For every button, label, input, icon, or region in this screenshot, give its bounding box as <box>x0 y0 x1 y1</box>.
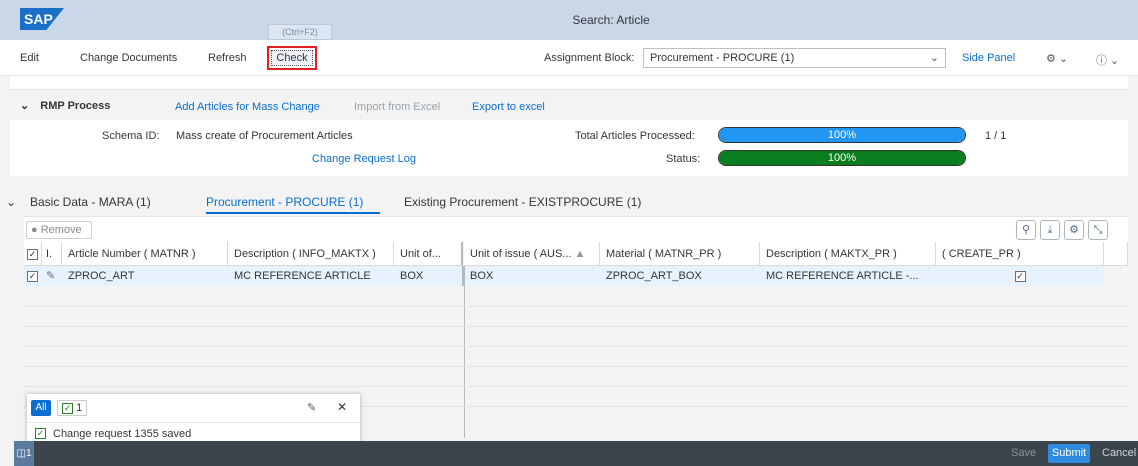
column-header-article-number[interactable]: Article Number ( MATNR ) <box>62 242 228 266</box>
cell-description-pr[interactable]: MC REFERENCE ARTICLE -... <box>760 266 936 286</box>
column-header-unit[interactable]: Unit of... <box>394 242 463 266</box>
sort-icon: ▲ <box>574 248 586 260</box>
row-separator <box>24 386 1128 387</box>
row-separator <box>24 306 1128 307</box>
message-icon: ◫ <box>16 448 26 459</box>
total-articles-label: Total Articles Processed: <box>575 130 695 142</box>
success-icon: ✓ <box>62 402 73 414</box>
row-separator <box>24 346 1128 347</box>
status-label: Status: <box>666 153 701 165</box>
help-menu-icon[interactable]: ⓘ ⌄ <box>1096 52 1119 68</box>
fixed-column-divider <box>464 266 465 438</box>
check-button[interactable]: Check <box>267 46 317 70</box>
column-header-filler <box>1104 242 1128 266</box>
download-icon[interactable]: ⤓ <box>1040 220 1060 240</box>
row-checkbox[interactable]: ✓ <box>24 266 42 286</box>
create-pr-checkbox[interactable]: ✓ <box>936 266 1104 286</box>
tab-existing-procurement[interactable]: Existing Procurement - EXISTPROCURE (1) <box>404 195 641 209</box>
cell-article-number[interactable]: ZPROC_ART <box>62 266 228 286</box>
rmp-details-panel: Schema ID: Mass create of Procurement Ar… <box>10 120 1128 176</box>
pin-icon[interactable]: ✎ <box>307 401 316 414</box>
schema-id-label: Schema ID: <box>102 130 160 142</box>
total-count: 1 / 1 <box>985 130 1007 142</box>
row-filler <box>1104 266 1128 286</box>
empty-panel-strip <box>10 76 1128 90</box>
side-panel-button[interactable]: Side Panel <box>962 52 1015 64</box>
cell-material[interactable]: ZPROC_ART_BOX <box>600 266 760 286</box>
change-documents-button[interactable]: Change Documents <box>80 52 177 64</box>
status-progress-text: 100% <box>827 152 857 164</box>
change-request-log-link[interactable]: Change Request Log <box>312 153 416 165</box>
active-tab-indicator <box>206 212 380 214</box>
success-icon: ✓ <box>35 428 46 439</box>
table-toolbar: ● Remove ⚲ ⤓ ⚙ ⤡ <box>24 216 1128 242</box>
column-header-unit-of-issue[interactable]: Unit of issue ( AUS... ▲ <box>464 242 600 266</box>
row-separator <box>24 326 1128 327</box>
add-articles-link[interactable]: Add Articles for Mass Change <box>175 101 320 113</box>
total-progress-text: 100% <box>827 129 857 141</box>
remove-button[interactable]: ● Remove <box>26 221 92 239</box>
edit-row-icon[interactable]: ✎ <box>42 266 62 286</box>
assignment-block-value: Procurement - PROCURE (1) <box>650 52 795 64</box>
message-text: Change request 1355 saved <box>53 428 192 440</box>
fullscreen-icon[interactable]: ⤡ <box>1088 220 1108 240</box>
select-all-checkbox[interactable]: ✓ <box>24 242 42 266</box>
page-title: Search: Article <box>572 13 650 27</box>
schema-id-value: Mass create of Procurement Articles <box>176 130 353 142</box>
column-header-unit-of-issue-label: Unit of issue ( AUS... <box>470 248 572 260</box>
tab-procurement[interactable]: Procurement - PROCURE (1) <box>206 195 363 209</box>
refresh-button[interactable]: Refresh <box>208 52 247 64</box>
assignment-block-select[interactable]: Procurement - PROCURE (1) ⌄ <box>643 48 946 68</box>
column-header-create-pr[interactable]: ( CREATE_PR ) <box>936 242 1104 266</box>
chevron-down-icon: ⌄ <box>20 100 30 112</box>
settings-icon[interactable]: ⚙ <box>1064 220 1084 240</box>
status-progress-bar: 100% <box>718 150 966 166</box>
shortcut-tooltip: (Ctrl+F2) <box>268 24 332 40</box>
chevron-down-icon: ⌄ <box>929 52 939 64</box>
edit-button[interactable]: Edit <box>20 52 39 64</box>
message-count: 1 <box>25 448 32 459</box>
close-icon[interactable]: ✕ <box>337 400 347 414</box>
cell-unit-of-issue[interactable]: BOX <box>464 266 600 286</box>
tab-basic-data[interactable]: ⌄ Basic Data - MARA (1) <box>6 195 151 209</box>
submit-button[interactable]: Submit <box>1048 444 1090 463</box>
filter-success-button[interactable]: ✓ 1 <box>57 400 88 416</box>
import-excel-link[interactable]: Import from Excel <box>354 101 440 113</box>
footer-bar: ◫1 Save Submit Cancel <box>14 441 1138 466</box>
main-toolbar: Edit Change Documents Refresh Check Assi… <box>0 40 1138 76</box>
row-separator <box>24 366 1128 367</box>
message-indicator-button[interactable]: ◫1 <box>14 441 34 466</box>
save-button[interactable]: Save <box>1011 447 1036 459</box>
assignment-block-label: Assignment Block: <box>544 52 635 64</box>
cell-unit[interactable]: BOX <box>394 266 464 286</box>
filter-all-button[interactable]: All <box>31 400 51 416</box>
remove-button-label: Remove <box>40 224 82 236</box>
rmp-section-toggle[interactable]: ⌄ RMP Process <box>20 99 110 112</box>
shell-bar: SAP Search: Article <box>0 0 1138 40</box>
tab-label: Basic Data - MARA (1) <box>30 195 151 209</box>
remove-icon: ● <box>31 224 38 236</box>
cell-description[interactable]: MC REFERENCE ARTICLE <box>228 266 394 286</box>
total-progress-bar: 100% <box>718 127 966 143</box>
message-popover: All ✓ 1 ✎ ✕ ✓ Change request 1355 saved <box>27 394 360 446</box>
divider <box>27 422 360 423</box>
export-excel-link[interactable]: Export to excel <box>472 101 545 113</box>
settings-menu-icon[interactable]: ⚙ ⌄ <box>1046 52 1068 65</box>
assignment-tabs: ⌄ Basic Data - MARA (1) Procurement - PRO… <box>0 190 1138 214</box>
chevron-down-icon: ⌄ <box>6 195 17 209</box>
column-header-material[interactable]: Material ( MATNR_PR ) <box>600 242 760 266</box>
column-header-indicator[interactable]: I. <box>42 242 62 266</box>
column-header-description-pr[interactable]: Description ( MAKTX_PR ) <box>760 242 936 266</box>
success-count: 1 <box>76 402 83 414</box>
column-header-description[interactable]: Description ( INFO_MAKTX ) <box>228 242 394 266</box>
check-button-label: Check <box>271 50 313 66</box>
search-icon[interactable]: ⚲ <box>1016 220 1036 240</box>
rmp-section-title: RMP Process <box>40 100 111 112</box>
cancel-button[interactable]: Cancel <box>1102 447 1136 459</box>
